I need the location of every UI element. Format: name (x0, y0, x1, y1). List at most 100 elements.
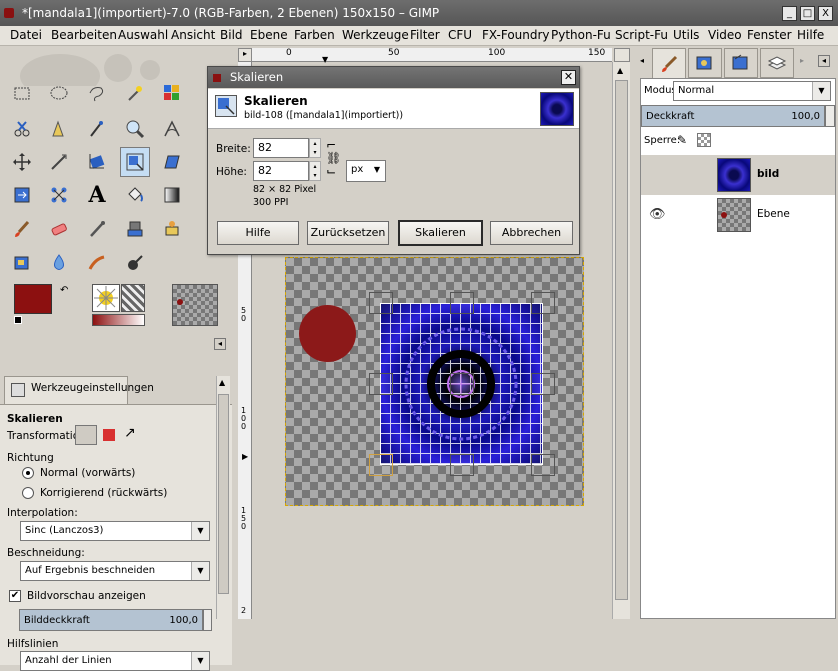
transform-selection-icon[interactable] (103, 429, 115, 441)
zoom-follow-icon[interactable] (614, 48, 630, 62)
bucket-fill-icon[interactable] (120, 180, 150, 210)
help-button[interactable]: Hilfe (217, 221, 299, 245)
quick-mask-menu-icon[interactable]: ▸ (238, 48, 252, 62)
cancel-button[interactable]: Abbrechen (490, 221, 573, 245)
minimize-button[interactable]: _ (782, 6, 797, 21)
brush-preview-icon[interactable] (92, 284, 120, 312)
scale-handle-top[interactable] (450, 292, 474, 314)
text-tool-icon[interactable]: A (82, 180, 112, 210)
menu-ebene[interactable]: Ebene (250, 28, 288, 42)
menu-video[interactable]: Video (708, 28, 742, 42)
width-input[interactable]: 82 (253, 138, 309, 158)
lock-pixels-icon[interactable]: ✎ (677, 133, 687, 147)
crop-icon[interactable] (82, 147, 112, 177)
scissors-select-icon[interactable] (7, 114, 37, 144)
zoom-icon[interactable] (120, 114, 150, 144)
layer-opacity-spinner[interactable] (825, 105, 835, 127)
menu-datei[interactable]: Datei (10, 28, 42, 42)
gradient-preview[interactable] (92, 314, 145, 326)
tab-layers[interactable] (760, 48, 794, 78)
scroll-up-icon[interactable]: ▲ (617, 66, 623, 75)
eye-visibility-icon[interactable]: 👁 (649, 207, 666, 222)
mode-select[interactable]: Normal ▼ (673, 81, 831, 101)
menu-utils[interactable]: Utils (673, 28, 699, 42)
foreground-color-swatch[interactable] (14, 284, 52, 314)
image-opacity-spinner[interactable] (203, 609, 212, 631)
measure-icon[interactable] (157, 114, 187, 144)
ellipse-select-icon[interactable] (44, 78, 74, 108)
dock-menu-icon[interactable]: ◂ (818, 55, 830, 67)
menu-auswahl[interactable]: Auswahl (118, 28, 168, 42)
scale-handle-center[interactable] (450, 373, 474, 395)
foreground-select-icon[interactable] (44, 114, 74, 144)
fuzzy-select-icon[interactable] (120, 78, 150, 108)
unit-select[interactable]: px ▼ (346, 160, 386, 182)
maximize-button[interactable]: □ (800, 6, 815, 21)
layer-row-bild[interactable]: bild (641, 155, 835, 195)
menu-filter[interactable]: Filter (410, 28, 440, 42)
preview-checkbox[interactable]: ✔ (9, 590, 21, 602)
dodge-burn-icon[interactable] (120, 248, 150, 278)
scroll-up-icon[interactable]: ▲ (219, 378, 225, 387)
align-icon[interactable] (44, 147, 74, 177)
close-button[interactable]: X (818, 6, 833, 21)
scale-handle-right[interactable] (531, 373, 555, 395)
menu-fx-foundry[interactable]: FX-Foundry (482, 28, 550, 42)
guides-select[interactable]: Anzahl der Linien ▼ (20, 651, 210, 671)
direction-corrective-radio[interactable] (22, 487, 34, 499)
width-spinner[interactable]: ▴ ▾ (309, 138, 321, 158)
tab-brushes[interactable] (652, 48, 686, 78)
lock-alpha-icon[interactable] (697, 133, 711, 147)
lasso-icon[interactable] (82, 78, 112, 108)
clone-icon[interactable] (120, 214, 150, 244)
chain-link-icon[interactable]: ⌐ ⛓ ⌙ (326, 139, 341, 179)
scale-handle-top-right[interactable] (531, 292, 555, 314)
perspective-clone-icon[interactable] (7, 248, 37, 278)
interpolation-select[interactable]: Sinc (Lanczos3) ▼ (20, 521, 210, 541)
transform-layer-icon[interactable] (75, 425, 97, 445)
tab-tool-options[interactable]: Werkzeugeinstellungen (4, 376, 154, 404)
flip-icon[interactable] (44, 180, 74, 210)
scale-button[interactable]: Skalieren (398, 220, 483, 246)
menu-hilfe[interactable]: Hilfe (797, 28, 824, 42)
tab-gradients[interactable] (724, 48, 758, 78)
image-opacity-slider[interactable]: Bilddeckkraft 100,0 (19, 609, 203, 631)
swap-colors-icon[interactable]: ↶ (60, 285, 68, 296)
menu-ansicht[interactable]: Ansicht (171, 28, 215, 42)
move-icon[interactable] (7, 147, 37, 177)
shear-icon[interactable] (157, 147, 187, 177)
clipping-select[interactable]: Auf Ergebnis beschneiden ▼ (20, 561, 210, 581)
blur-icon[interactable] (44, 248, 74, 278)
scale-handle-bottom-right[interactable] (531, 454, 555, 476)
tool-options-scrollbar[interactable]: ▲ (216, 376, 230, 619)
layer-opacity-slider[interactable]: Deckkraft 100,0 (641, 105, 825, 127)
direction-normal-radio[interactable] (22, 467, 34, 479)
menu-script-fu[interactable]: Script-Fu (615, 28, 668, 42)
scale-handle-top-left[interactable] (369, 292, 393, 314)
eraser-icon[interactable] (44, 214, 74, 244)
pattern-preview-icon[interactable] (121, 284, 145, 312)
menu-fenster[interactable]: Fenster (747, 28, 792, 42)
scale-handle-left[interactable] (369, 373, 393, 395)
heal-icon[interactable] (157, 214, 187, 244)
menu-bearbeiten[interactable]: Bearbeiten (51, 28, 117, 42)
layer-row-ebene[interactable]: 👁 Ebene (641, 195, 835, 235)
height-spinner[interactable]: ▴ ▾ (309, 161, 321, 181)
scale-handle-bottom-left[interactable] (369, 454, 393, 476)
smudge-icon[interactable] (82, 248, 112, 278)
dock-scroll-right-icon[interactable]: ▸ (800, 56, 804, 65)
menu-werkzeuge[interactable]: Werkzeuge (342, 28, 409, 42)
panel-menu-icon[interactable]: ◂ (214, 338, 226, 350)
reset-button[interactable]: Zurücksetzen (307, 221, 389, 245)
select-by-color-icon[interactable] (157, 78, 187, 108)
default-colors-icon[interactable] (14, 316, 22, 324)
height-input[interactable]: 82 (253, 161, 309, 181)
rect-select-icon[interactable] (7, 78, 37, 108)
paintbrush-icon[interactable] (7, 214, 37, 244)
paths-icon[interactable] (82, 114, 112, 144)
menu-python-fu[interactable]: Python-Fu (551, 28, 611, 42)
scale-tool-icon[interactable] (120, 147, 150, 177)
menu-cfu[interactable]: CFU (448, 28, 472, 42)
canvas-vertical-scrollbar[interactable]: ▲ (612, 62, 630, 619)
menu-bild[interactable]: Bild (220, 28, 243, 42)
